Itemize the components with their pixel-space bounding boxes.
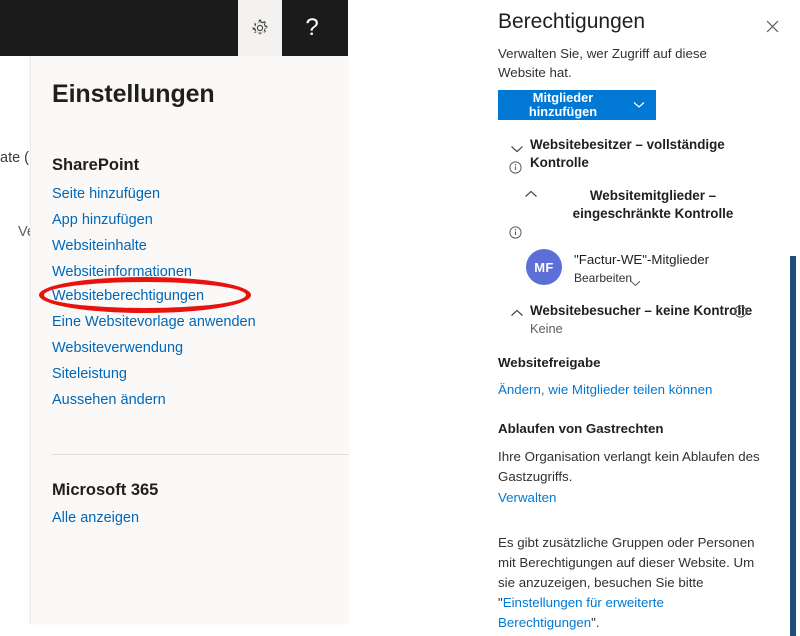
manage-guest-expiration-link[interactable]: Verwalten — [498, 490, 556, 505]
settings-link-site-contents[interactable]: Websiteinhalte — [52, 238, 147, 254]
settings-link-change-the-look[interactable]: Aussehen ändern — [52, 392, 166, 408]
members-group-chevron-up-icon[interactable] — [524, 186, 538, 200]
scrollbar-thumb[interactable] — [790, 256, 796, 636]
help-icon: ? — [305, 14, 319, 41]
list-item[interactable]: MF "Factur-WE"-Mitglieder Bearbeiten — [526, 246, 756, 288]
permissions-pane: Berechtigungen Verwalten Sie, wer Zugrif… — [498, 0, 800, 636]
settings-link-add-page[interactable]: Seite hinzufügen — [52, 186, 160, 202]
permissions-pane-title: Berechtigungen — [498, 10, 646, 33]
settings-panel-divider — [52, 454, 349, 455]
group-name-owners: Websitebesitzer – vollständige Kontrolle — [530, 137, 725, 171]
settings-link-site-usage[interactable]: Websiteverwendung — [52, 340, 183, 356]
group-name-visitors: Websitebesucher – keine Kontrolle — [530, 303, 753, 318]
advanced-permissions-note: Es gibt zusätzliche Gruppen oder Persone… — [498, 533, 756, 633]
site-sharing-heading: Websitefreigabe — [498, 355, 601, 370]
footer-text-after: ". — [591, 614, 600, 630]
add-members-label: Mitglieder hinzufügen — [528, 89, 598, 119]
owners-info-icon[interactable] — [509, 161, 522, 174]
settings-link-site-performance[interactable]: Siteleistung — [52, 366, 127, 382]
chevron-down-icon — [622, 101, 656, 109]
settings-gear-button[interactable] — [238, 0, 282, 56]
background-text-fragment-1: ate ( — [0, 150, 30, 166]
close-icon — [766, 20, 778, 32]
settings-link-apply-site-template[interactable]: Eine Websitevorlage anwenden — [52, 314, 256, 330]
member-name: "Factur-WE"-Mitglieder — [574, 252, 710, 267]
permissions-pane-subtitle: Verwalten Sie, wer Zugriff auf diese Web… — [498, 46, 707, 81]
top-command-bar: ? — [0, 0, 348, 56]
settings-link-show-all[interactable]: Alle anzeigen — [52, 510, 139, 526]
avatar: MF — [526, 249, 562, 285]
close-button[interactable] — [760, 14, 784, 38]
guest-expiration-heading: Ablaufen von Gastrechten — [498, 421, 664, 436]
settings-panel-title: Einstellungen — [52, 80, 215, 108]
microsoft365-section-heading: Microsoft 365 — [52, 481, 159, 499]
settings-link-site-information[interactable]: Websiteinformationen — [52, 264, 192, 280]
member-role-chevron-down-icon[interactable] — [630, 274, 641, 287]
owners-group-chevron-down-icon[interactable] — [510, 141, 524, 155]
member-role-dropdown[interactable]: Bearbeiten — [574, 271, 632, 285]
advanced-permissions-settings-link[interactable]: Einstellungen für erweiterte Berechtigun… — [498, 595, 664, 630]
settings-link-add-app[interactable]: App hinzufügen — [52, 212, 153, 228]
help-button[interactable]: ? — [290, 0, 334, 56]
guest-expiration-body: Ihre Organisation verlangt kein Ablaufen… — [498, 449, 760, 484]
settings-link-site-permissions[interactable]: Websiteberechtigungen — [52, 288, 204, 304]
group-name-members: Websitemitglieder – eingeschränkte Kontr… — [572, 188, 734, 222]
members-info-icon[interactable] — [509, 226, 522, 239]
change-sharing-link[interactable]: Ändern, wie Mitglieder teilen können — [498, 382, 712, 397]
sharepoint-section-heading: SharePoint — [52, 156, 140, 174]
visitors-group-chevron-up-icon[interactable] — [510, 305, 524, 319]
gear-icon — [252, 19, 268, 35]
visitors-info-icon[interactable] — [734, 305, 747, 318]
add-members-button[interactable]: Mitglieder hinzufügen — [498, 90, 656, 120]
visitors-empty-label: Keine — [530, 321, 563, 336]
settings-flyout-panel: Einstellungen SharePoint Seite hinzufüge… — [30, 56, 349, 624]
